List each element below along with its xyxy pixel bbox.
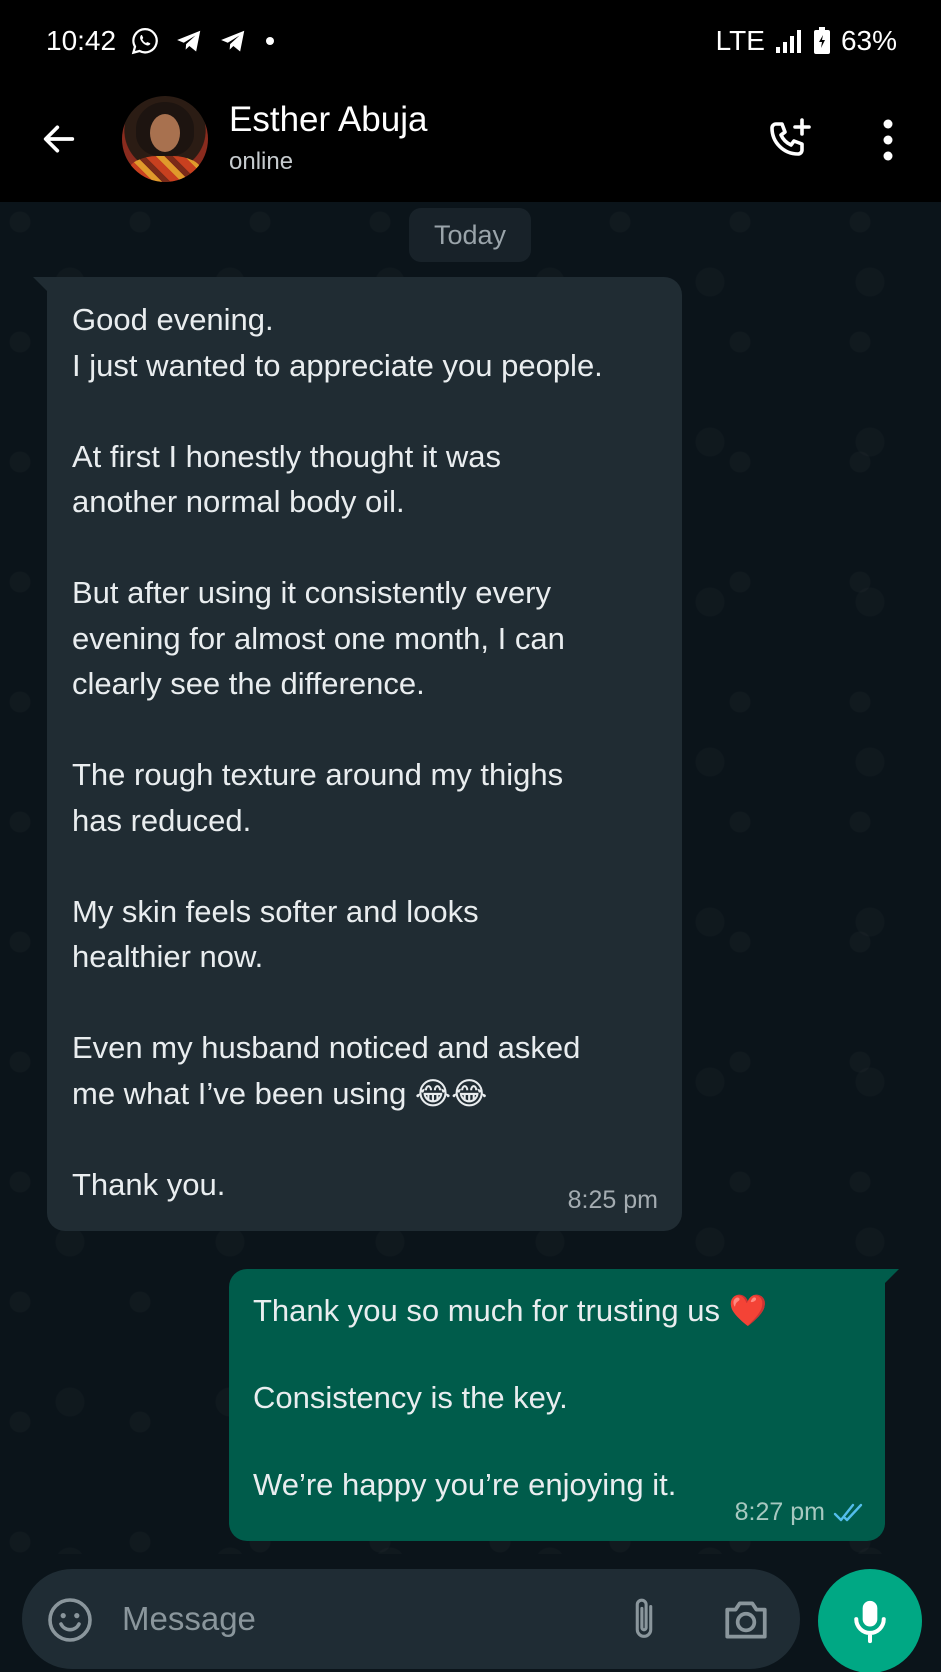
- avatar-face: [150, 114, 180, 152]
- read-ticks-icon: [833, 1503, 863, 1521]
- back-button[interactable]: [34, 114, 84, 164]
- compose-bar: [0, 1554, 941, 1672]
- message-text: Good evening. I just wanted to appreciat…: [72, 302, 603, 1202]
- status-time: 10:42: [46, 25, 117, 56]
- attach-button[interactable]: [622, 1593, 666, 1647]
- avatar-shirt: [128, 156, 202, 182]
- outgoing-message[interactable]: Thank you so much for trusting us ❤️ Con…: [229, 1269, 899, 1541]
- add-call-button[interactable]: [762, 112, 818, 168]
- more-vert-icon: [883, 119, 893, 161]
- signal-icon: [775, 28, 803, 54]
- battery-level: 63%: [840, 25, 897, 56]
- attach-icon: [635, 1598, 653, 1638]
- message-time: 8:25 pm: [567, 1186, 658, 1214]
- voice-record-button[interactable]: [818, 1569, 922, 1672]
- status-left: 10:42: [46, 25, 278, 57]
- dot-icon: [262, 33, 278, 49]
- avatar[interactable]: [122, 96, 208, 182]
- camera-icon: [725, 1601, 767, 1639]
- message-meta: 8:27 pm: [735, 1498, 867, 1527]
- telegram-icon: [174, 26, 204, 56]
- message-input[interactable]: [122, 1594, 542, 1644]
- message-field[interactable]: [22, 1569, 800, 1669]
- message-list[interactable]: Today Good evening. I just wanted to app…: [0, 202, 941, 1554]
- whatsapp-icon: [130, 26, 160, 56]
- telegram-icon: [218, 26, 248, 56]
- add-call-icon: [770, 118, 811, 156]
- status-right: LTE 63%: [716, 25, 897, 57]
- battery-icon: [813, 27, 831, 55]
- camera-button[interactable]: [718, 1593, 774, 1647]
- status-bar: 10:42 LTE 63%: [0, 0, 941, 82]
- contact-name[interactable]: Esther Abuja: [229, 100, 427, 140]
- emoji-button[interactable]: [44, 1594, 96, 1646]
- chat-header: Esther Abuja online: [0, 82, 941, 202]
- date-chip: Today: [409, 208, 531, 262]
- chat-screen: 10:42 LTE 63% Esther Abuja online Today …: [0, 0, 941, 1672]
- contact-status: online: [229, 148, 294, 175]
- message-text: Thank you so much for trusting us ❤️ Con…: [253, 1293, 768, 1502]
- more-options-button[interactable]: [868, 112, 908, 168]
- emoji-icon: [48, 1598, 92, 1642]
- message-time: 8:27 pm: [734, 1498, 825, 1526]
- incoming-message[interactable]: Good evening. I just wanted to appreciat…: [33, 277, 682, 1231]
- back-arrow-icon: [43, 125, 75, 153]
- mic-icon: [854, 1600, 886, 1644]
- network-label: LTE: [715, 25, 765, 56]
